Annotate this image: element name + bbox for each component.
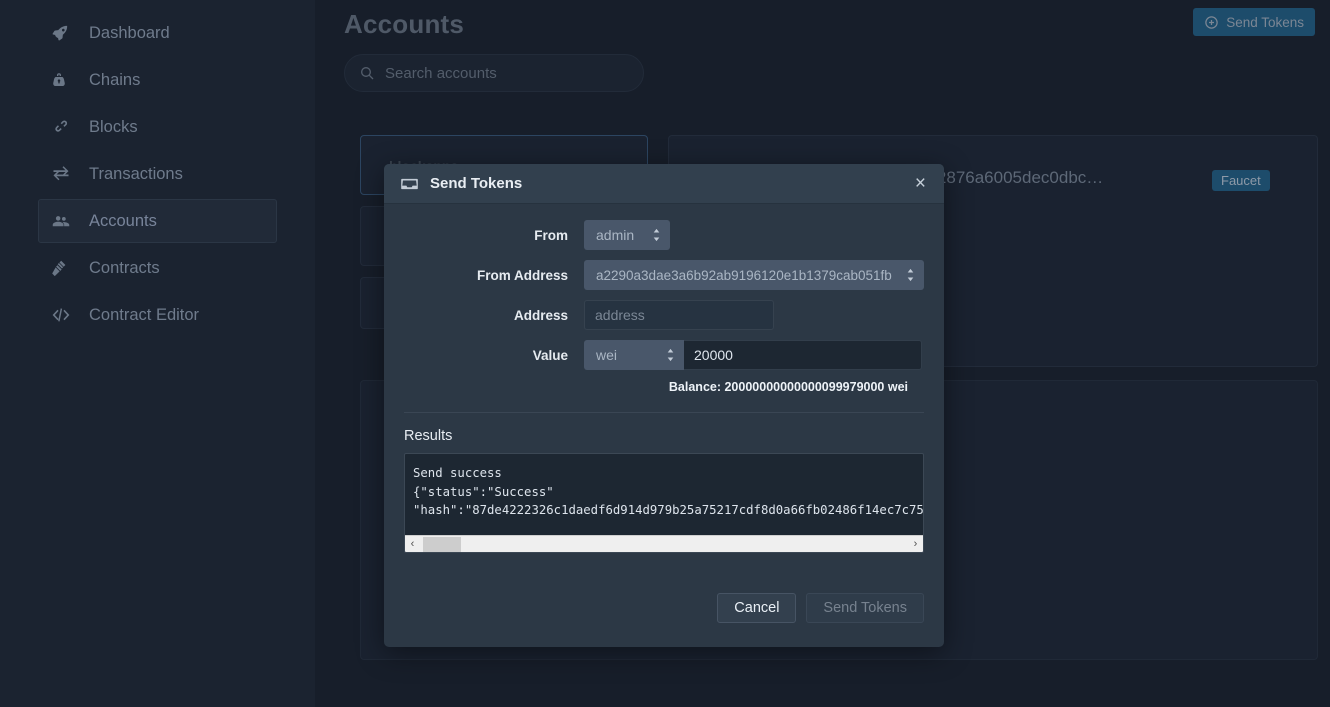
horizontal-scrollbar[interactable]: ‹ › xyxy=(405,535,923,552)
code-brackets-icon xyxy=(51,307,77,323)
from-address-label: From Address xyxy=(404,268,584,283)
form-row-address: Address xyxy=(404,300,924,330)
sidebar-item-chains[interactable]: Chains xyxy=(38,58,277,102)
balance-text: Balance: 20000000000000099979000 wei xyxy=(404,380,924,394)
sidebar: Dashboard Chains Blocks Transactions Acc xyxy=(0,0,315,707)
send-tokens-modal: Send Tokens × From admin xyxy=(384,164,944,647)
plus-circle-icon xyxy=(1204,15,1219,30)
scrollbar-thumb[interactable] xyxy=(423,537,461,552)
sidebar-item-dashboard[interactable]: Dashboard xyxy=(38,11,277,55)
value-label: Value xyxy=(404,348,584,363)
close-icon[interactable]: × xyxy=(913,174,928,193)
from-select-wrapper[interactable]: admin xyxy=(584,220,670,250)
unit-select-wrapper[interactable]: wei xyxy=(584,340,684,370)
exchange-arrows-icon xyxy=(51,165,77,183)
amount-input[interactable] xyxy=(684,340,922,370)
from-select[interactable]: admin xyxy=(584,220,670,250)
faucet-button[interactable]: Faucet xyxy=(1212,170,1270,191)
scroll-right-icon[interactable]: › xyxy=(908,538,923,550)
sidebar-item-label: Contracts xyxy=(89,259,160,278)
rocket-icon xyxy=(51,24,77,42)
search-icon xyxy=(359,65,375,81)
sidebar-item-accounts[interactable]: Accounts xyxy=(38,199,277,243)
search-input[interactable] xyxy=(385,65,629,82)
address-label: Address xyxy=(404,308,584,323)
results-label: Results xyxy=(404,428,924,444)
from-address-select[interactable]: a2290a3dae3a6b92ab9196120e1b1379cab051fb xyxy=(584,260,924,290)
send-tokens-button-label: Send Tokens xyxy=(1226,15,1304,30)
scroll-left-icon[interactable]: ‹ xyxy=(405,538,420,550)
unit-select[interactable]: wei xyxy=(584,340,684,370)
sidebar-item-label: Transactions xyxy=(89,165,183,184)
modal-title: Send Tokens xyxy=(430,175,913,192)
results-output-box[interactable]: Send success {"status":"Success" "hash":… xyxy=(404,453,924,553)
send-tokens-button[interactable]: Send Tokens xyxy=(1193,8,1315,36)
search-bar[interactable] xyxy=(344,54,644,92)
modal-send-tokens-button[interactable]: Send Tokens xyxy=(806,593,924,623)
form-row-value: Value wei xyxy=(404,340,924,370)
sidebar-item-contracts[interactable]: Contracts xyxy=(38,246,277,290)
sidebar-item-label: Dashboard xyxy=(89,24,170,43)
modal-header: Send Tokens × xyxy=(384,164,944,204)
sidebar-item-blocks[interactable]: Blocks xyxy=(38,105,277,149)
address-input[interactable] xyxy=(584,300,774,330)
modal-body: From admin From Address xyxy=(384,204,944,553)
value-input-group: wei xyxy=(584,340,922,370)
from-address-select-wrapper[interactable]: a2290a3dae3a6b92ab9196120e1b1379cab051fb xyxy=(584,260,924,290)
account-address: 402876a6005dec0dbc… xyxy=(918,168,1103,188)
sidebar-item-label: Blocks xyxy=(89,118,138,137)
divider xyxy=(404,412,924,413)
from-label: From xyxy=(404,228,584,243)
app-root: Dashboard Chains Blocks Transactions Acc xyxy=(0,0,1330,707)
inbox-icon xyxy=(400,176,419,192)
page-title: Accounts xyxy=(344,9,464,40)
gavel-icon xyxy=(51,259,77,277)
sidebar-item-label: Chains xyxy=(89,71,140,90)
cancel-button[interactable]: Cancel xyxy=(717,593,796,623)
sidebar-item-label: Accounts xyxy=(89,212,157,231)
link-chain-icon xyxy=(51,118,77,136)
modal-footer: Cancel Send Tokens xyxy=(384,593,944,647)
sidebar-item-transactions[interactable]: Transactions xyxy=(38,152,277,196)
form-row-from: From admin xyxy=(404,220,924,250)
sidebar-item-label: Contract Editor xyxy=(89,306,199,325)
form-row-from-address: From Address a2290a3dae3a6b92ab9196120e1… xyxy=(404,260,924,290)
lock-bag-icon xyxy=(51,71,77,89)
users-icon xyxy=(51,212,77,230)
sidebar-item-contract-editor[interactable]: Contract Editor xyxy=(38,293,277,337)
results-text: Send success {"status":"Success" "hash":… xyxy=(405,454,923,520)
